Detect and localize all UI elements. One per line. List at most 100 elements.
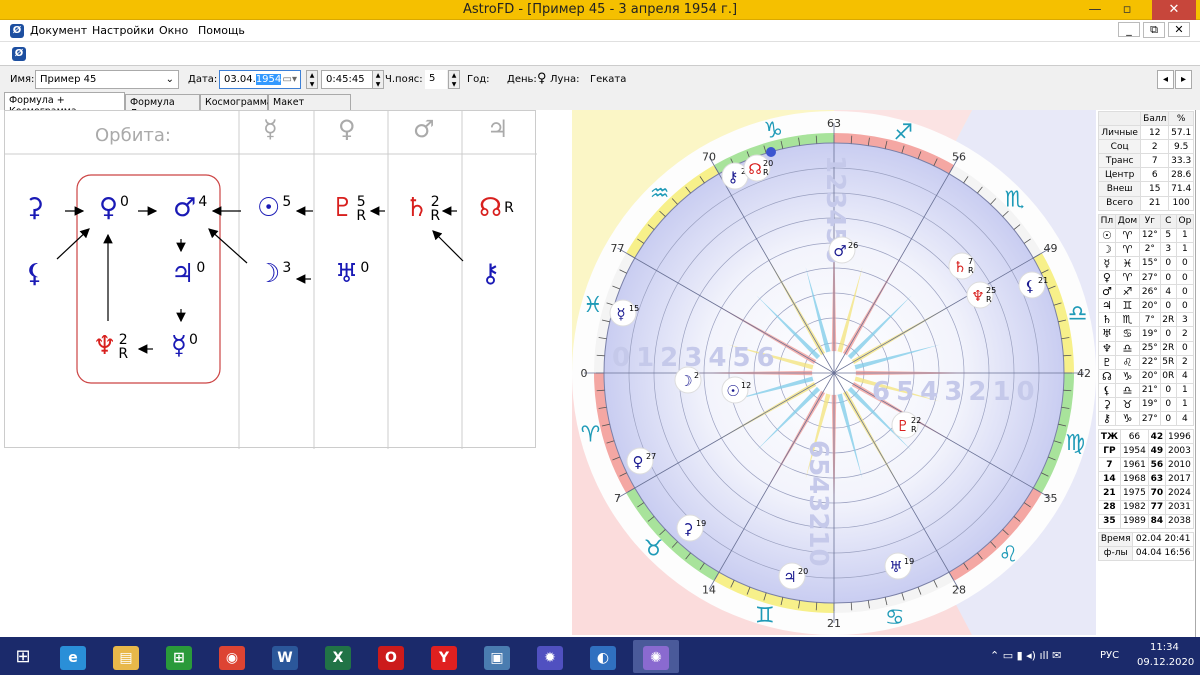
- column-mars-icon: ♂: [413, 115, 435, 143]
- app-icon: ◐: [590, 646, 616, 670]
- taskbar-app-yandex-browser[interactable]: Y: [421, 640, 467, 673]
- taskbar-app-app[interactable]: ◐: [580, 640, 626, 673]
- moon-label: Луна:: [550, 74, 580, 85]
- table-cell: 14: [1098, 471, 1121, 487]
- formula-node[interactable]: ♄ 2 R: [405, 195, 440, 223]
- formula-node[interactable]: ♅ 0: [335, 261, 369, 287]
- table-row: ☊ ♑ 20° 0R 4: [1098, 368, 1195, 384]
- language-indicator[interactable]: РУС: [1100, 650, 1119, 661]
- menu-window[interactable]: Окно: [159, 24, 188, 37]
- mdi-restore-button[interactable]: ⧉: [1143, 22, 1165, 38]
- taskbar-app-file-explorer[interactable]: ▤: [103, 640, 149, 673]
- formula-node[interactable]: ♂ 4: [173, 195, 207, 221]
- table-cell: ☊: [1098, 368, 1116, 384]
- app-icon[interactable]: Ø: [10, 24, 24, 38]
- table-cell: 100: [1168, 195, 1194, 211]
- formula-node[interactable]: ⚳: [25, 195, 46, 221]
- table-cell: 21: [1140, 195, 1170, 211]
- planet-glyph-icon: ⚸: [1025, 277, 1036, 295]
- table-cell: 35: [1098, 513, 1121, 529]
- formula-node[interactable]: ☊ R: [479, 195, 514, 221]
- years-table: ТЖ 66 42 1996 ГР 1954 49 2003 7 1961 56 2010 14 1968 6…: [1098, 429, 1195, 529]
- table-cell: ☽: [1098, 241, 1116, 257]
- document-icon[interactable]: Ø: [12, 47, 26, 61]
- taskbar-app-word[interactable]: W: [262, 640, 308, 673]
- minimize-button[interactable]: —: [1080, 0, 1110, 20]
- formula-node[interactable]: ⚷: [481, 261, 502, 287]
- retrograde-mark: R: [968, 266, 974, 275]
- formula-node[interactable]: ♀ 0: [99, 195, 129, 221]
- formula-node[interactable]: ☿ 0: [171, 333, 198, 359]
- restore-button[interactable]: ▫: [1112, 0, 1142, 20]
- taskbar-app-opera[interactable]: O: [368, 640, 414, 673]
- formula-node[interactable]: ☽ 3: [257, 261, 291, 287]
- scale-right: 6543210: [872, 377, 1041, 407]
- formula-node[interactable]: ☉ 5: [257, 195, 291, 221]
- name-select[interactable]: Пример 45 ⌄: [35, 70, 179, 89]
- retrograde-mark: R: [911, 425, 917, 434]
- menu-help[interactable]: Помощь: [198, 24, 245, 37]
- prev-button[interactable]: ◂: [1157, 70, 1174, 89]
- menu-settings[interactable]: Настройки: [92, 24, 154, 37]
- orbit-score: 2: [118, 332, 128, 348]
- taskbar-app-excel[interactable]: X: [315, 640, 361, 673]
- timezone-field[interactable]: 5: [425, 70, 447, 89]
- taskbar-app-settings[interactable]: ✹: [527, 640, 573, 673]
- toolbar: Ø: [0, 42, 1200, 66]
- column-header: С: [1159, 213, 1177, 229]
- table-cell: ♓: [1114, 255, 1141, 272]
- zodiac-sign-icon: ♉: [644, 536, 664, 561]
- taskbar-app-chrome[interactable]: ◉: [209, 640, 255, 673]
- tray-icons[interactable]: ⌃ ▭ ▮ ◂) ıll ✉: [990, 649, 1061, 662]
- planet-glyph-icon: ☊: [748, 160, 761, 178]
- table-cell: ♂: [1098, 284, 1116, 300]
- tab-cosmogram[interactable]: Космограмма: [200, 94, 273, 110]
- planet-glyph-icon: ♃: [171, 259, 195, 289]
- name-label: Имя:: [10, 74, 35, 85]
- formula-node[interactable]: ♆ 2 R: [93, 333, 128, 361]
- tab-page-layout[interactable]: Макет страницы: [268, 94, 351, 119]
- clock-time[interactable]: 11:34: [1150, 642, 1179, 653]
- table-cell: 1989: [1119, 513, 1150, 529]
- table-cell: 5R: [1159, 354, 1177, 370]
- store-icon: ⊞: [166, 646, 192, 670]
- table-cell: 66: [1119, 429, 1150, 445]
- planet-glyph-icon: ☽: [257, 259, 281, 289]
- tab-soul-formula[interactable]: Формула Души: [125, 94, 200, 119]
- close-button[interactable]: ✕: [1152, 0, 1196, 20]
- table-cell: Внеш: [1097, 181, 1142, 197]
- formula-node[interactable]: ♃ 0: [171, 261, 205, 287]
- taskbar-app-photos[interactable]: ▣: [474, 640, 520, 673]
- next-button[interactable]: ▸: [1175, 70, 1192, 89]
- taskbar-app-astrofd[interactable]: ✺: [633, 640, 679, 673]
- mdi-close-button[interactable]: ✕: [1168, 22, 1190, 37]
- planet-marker[interactable]: ☽ 2: [674, 366, 702, 394]
- formula-node[interactable]: ⚸: [25, 261, 46, 287]
- age-label: 42: [1077, 367, 1091, 380]
- date-spinner[interactable]: ▲ ▼: [306, 70, 318, 89]
- time-spinner[interactable]: ▲ ▼: [372, 70, 384, 89]
- menu-document[interactable]: Документ: [30, 24, 87, 37]
- orbit-score: 0: [188, 332, 198, 348]
- planet-degree: 19: [904, 557, 914, 566]
- date-field[interactable]: 03.04.1954 ▭▾: [219, 70, 301, 89]
- table-cell: 1954: [1119, 443, 1150, 459]
- calendar-icon[interactable]: ▭▾: [283, 74, 297, 85]
- table-cell: ⚳: [1098, 396, 1116, 412]
- planet-glyph-icon: ⚳: [683, 520, 694, 538]
- clock-date[interactable]: 09.12.2020: [1137, 657, 1194, 668]
- start-button[interactable]: ⊞: [2, 640, 44, 673]
- table-cell: 2038: [1164, 513, 1195, 529]
- table-cell: 0: [1159, 326, 1177, 342]
- taskbar-app-internet-explorer[interactable]: e: [50, 640, 96, 673]
- planet-marker[interactable]: ♄ 7R: [948, 252, 976, 280]
- column-jupiter-icon: ♃: [487, 115, 509, 143]
- mdi-minimize-button[interactable]: _: [1118, 22, 1140, 37]
- table-row: Время 02.04 20:41: [1097, 531, 1194, 547]
- taskbar-app-store[interactable]: ⊞: [156, 640, 202, 673]
- formula-node[interactable]: ♇ 5 R: [331, 195, 366, 223]
- opera-icon: O: [378, 646, 404, 670]
- tab-formula-cosmogram[interactable]: Формула + Космограмма: [4, 92, 125, 117]
- timezone-spinner[interactable]: ▲ ▼: [448, 70, 460, 89]
- table-cell: 15°: [1139, 255, 1161, 272]
